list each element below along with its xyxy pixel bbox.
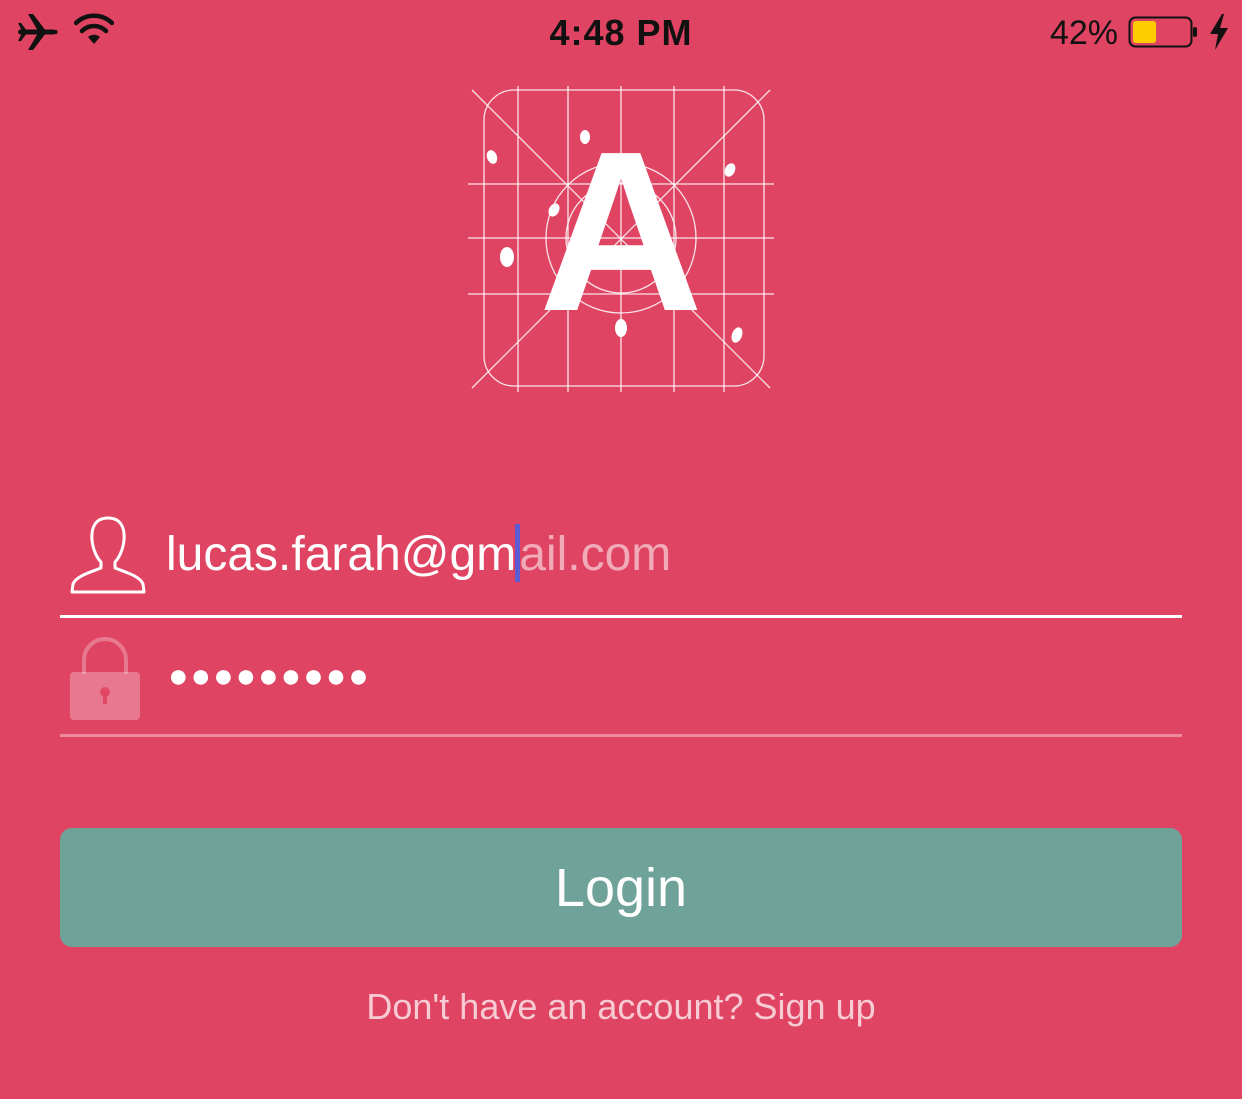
email-input[interactable]: lucas.farah@gmail.com [166,524,671,585]
charging-bolt-icon [1210,14,1228,50]
email-typed-text: lucas.farah@gm [166,528,517,581]
login-button[interactable]: Login [60,828,1182,947]
status-bar: 4:48 PM 42% [0,0,1242,64]
battery-icon [1128,16,1197,48]
email-autocomplete-suggestion: ail.com [519,528,672,581]
battery-percent: 42% [1049,14,1118,52]
user-icon [70,516,146,594]
signup-link[interactable]: Don't have an account? Sign up [0,986,1242,1028]
email-field[interactable]: lucas.farah@gmail.com [60,500,1182,618]
password-underline [60,734,1182,737]
app-logo-letter: A [538,105,704,359]
password-field[interactable]: ●●●●●●●●● [60,620,1182,737]
email-underline [60,615,1182,618]
lock-icon [70,637,140,720]
password-input[interactable]: ●●●●●●●●● [168,658,371,694]
